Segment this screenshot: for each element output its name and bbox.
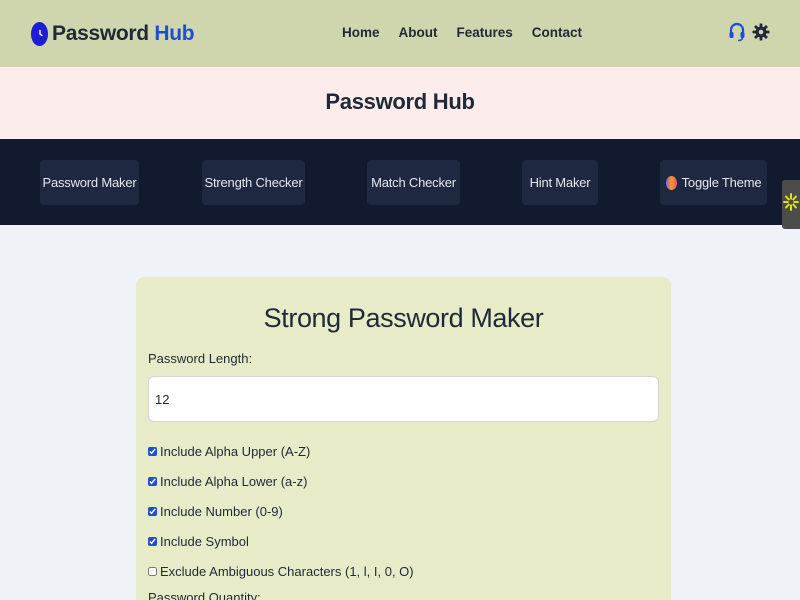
strength-checker-button[interactable]: Strength Checker bbox=[202, 160, 305, 205]
number-label: Include Number (0-9) bbox=[160, 503, 283, 519]
option-alpha-upper[interactable]: Include Alpha Upper (A-Z) bbox=[148, 442, 310, 460]
logo-word-hub: Hub bbox=[154, 22, 195, 45]
nav-link-home[interactable]: Home bbox=[342, 25, 380, 40]
nav-link-contact[interactable]: Contact bbox=[532, 25, 582, 40]
alpha-upper-label: Include Alpha Upper (A-Z) bbox=[160, 443, 311, 459]
card-title: Strong Password Maker bbox=[263, 303, 544, 333]
headset-icon[interactable] bbox=[728, 22, 746, 47]
clock-icon bbox=[31, 22, 48, 46]
option-alpha-lower[interactable]: Include Alpha Lower (a-z) bbox=[148, 472, 307, 490]
exclude-ambiguous-checkbox[interactable] bbox=[148, 566, 157, 576]
exclude-ambiguous-label: Exclude Ambiguous Characters (1, l, I, 0… bbox=[160, 563, 414, 579]
alpha-lower-label: Include Alpha Lower (a-z) bbox=[160, 473, 308, 489]
banner-title: Password Hub bbox=[325, 89, 475, 114]
number-checkbox[interactable] bbox=[148, 506, 157, 516]
option-number[interactable]: Include Number (0-9) bbox=[148, 502, 283, 520]
theme-ball-icon bbox=[665, 175, 677, 190]
nav-icons bbox=[728, 22, 776, 47]
symbol-label: Include Symbol bbox=[160, 533, 249, 549]
symbol-checkbox[interactable] bbox=[148, 536, 157, 546]
nav-link-features[interactable]: Features bbox=[457, 25, 513, 40]
top-navbar: Password Hub Home About Features Contact bbox=[0, 0, 800, 67]
tool-toolbar: Password Maker Strength Checker Match Ch… bbox=[0, 139, 800, 225]
gear-icon[interactable] bbox=[752, 22, 770, 47]
toggle-theme-label: Toggle Theme bbox=[681, 175, 762, 190]
logo-word-password: Password bbox=[52, 22, 149, 45]
option-symbol[interactable]: Include Symbol bbox=[148, 532, 249, 550]
logo-text: Password Hub bbox=[52, 22, 195, 46]
password-length-label: Password Length: bbox=[148, 351, 253, 366]
option-exclude-ambiguous[interactable]: Exclude Ambiguous Characters (1, l, I, 0… bbox=[148, 562, 414, 580]
password-maker-button[interactable]: Password Maker bbox=[40, 160, 139, 205]
alpha-upper-checkbox[interactable] bbox=[148, 446, 157, 456]
logo[interactable]: Password Hub bbox=[31, 20, 195, 48]
password-maker-card: Strong Password Maker Password Length: I… bbox=[136, 277, 671, 600]
match-checker-button[interactable]: Match Checker bbox=[367, 160, 460, 205]
hero-banner: Password Hub bbox=[0, 67, 800, 139]
side-settings-tab[interactable] bbox=[782, 180, 800, 229]
alpha-lower-checkbox[interactable] bbox=[148, 476, 157, 486]
toggle-theme-button[interactable]: Toggle Theme bbox=[660, 160, 767, 205]
hint-maker-button[interactable]: Hint Maker bbox=[522, 160, 598, 205]
password-quantity-label: Password Quantity: bbox=[148, 590, 261, 600]
sun-icon bbox=[783, 192, 799, 217]
nav-link-about[interactable]: About bbox=[399, 25, 438, 40]
password-length-input[interactable] bbox=[148, 376, 659, 422]
main-nav: Home About Features Contact bbox=[342, 25, 601, 40]
